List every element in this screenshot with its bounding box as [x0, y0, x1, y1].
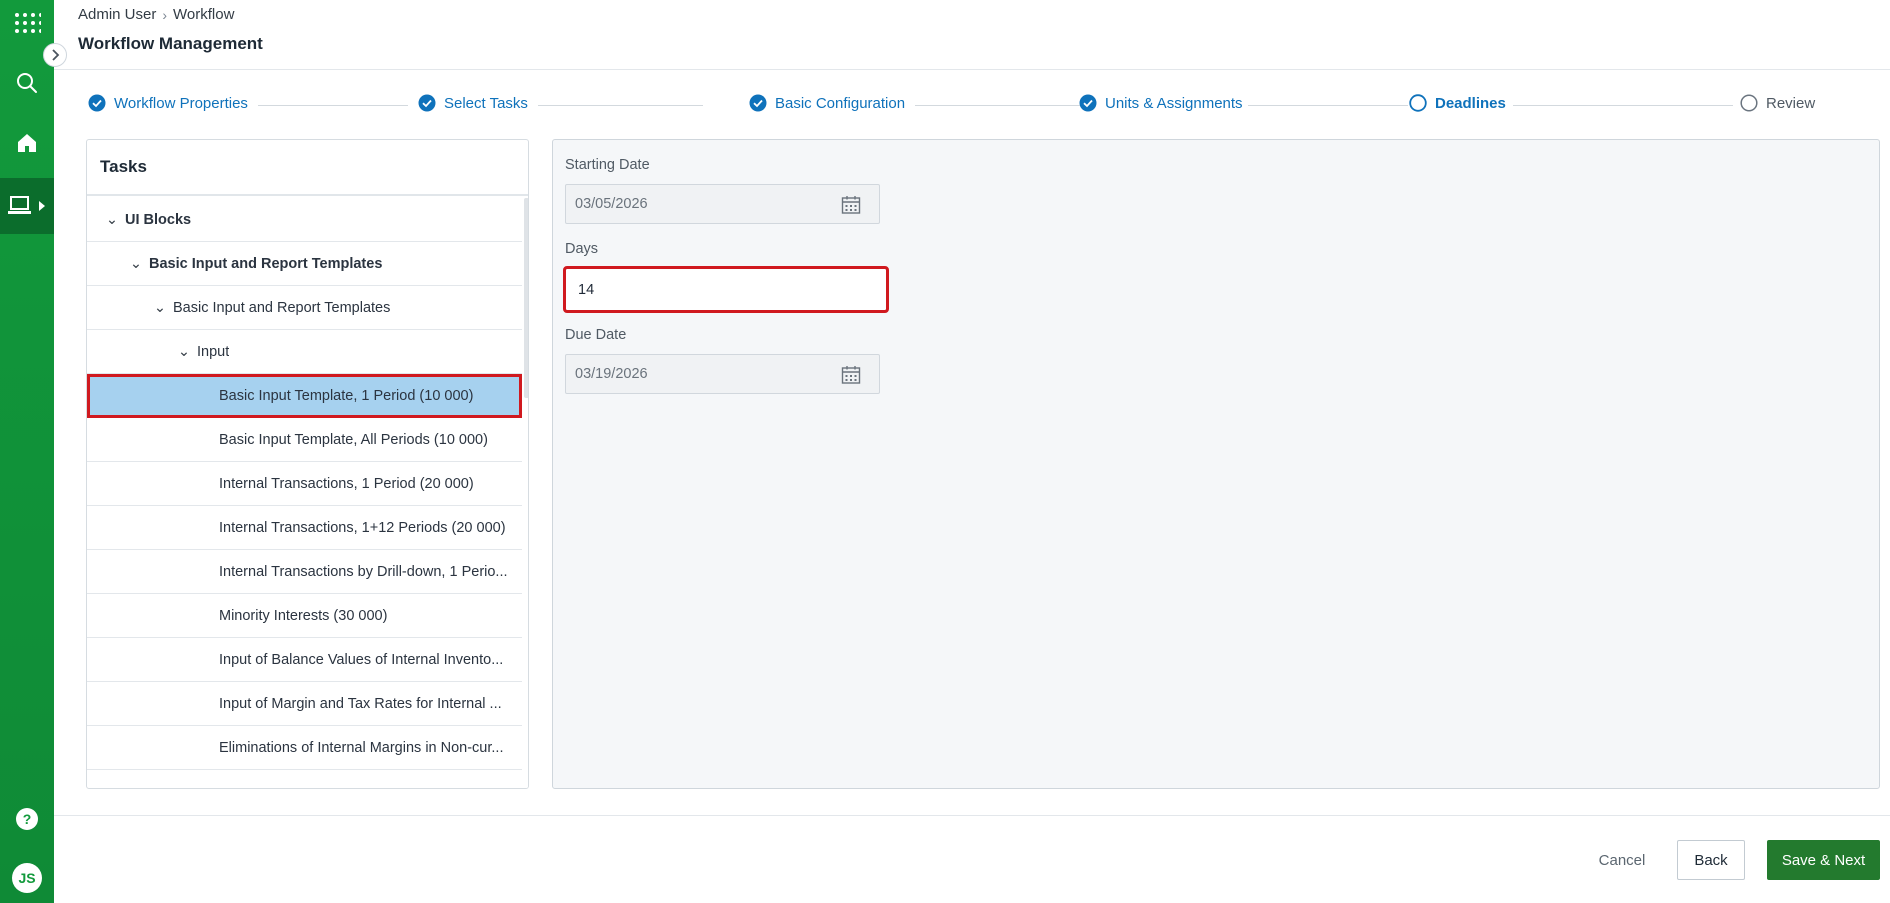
days-label: Days	[565, 241, 599, 257]
step-label: Workflow Properties	[114, 94, 248, 112]
task-item-label: Basic Input Template, 1 Period (10 000)	[219, 387, 474, 404]
task-item-label: Minority Interests (30 000)	[219, 607, 388, 624]
tasks-panel: Tasks ⌄ UI Blocks ⌄ Basic Input and Repo…	[86, 139, 529, 789]
save-next-button[interactable]: Save & Next	[1767, 840, 1880, 880]
tree-node-label: Input	[197, 343, 230, 360]
rail-expand-toggle[interactable]	[43, 43, 67, 67]
check-circle-icon	[1079, 94, 1097, 112]
task-item[interactable]: Minority Interests (30 000)	[87, 594, 522, 638]
help-button[interactable]: ?	[0, 808, 54, 830]
cancel-button[interactable]: Cancel	[1588, 840, 1656, 880]
calendar-icon[interactable]	[841, 365, 861, 385]
step-label: Basic Configuration	[775, 94, 906, 112]
app-launcher-button[interactable]	[0, 0, 54, 50]
footer-divider	[54, 815, 1890, 816]
left-nav-rail: ? JS	[0, 0, 54, 903]
task-item[interactable]: Internal Transactions by Drill-down, 1 P…	[87, 550, 522, 594]
step-connector	[915, 105, 1080, 106]
page-header: Admin User › Workflow Workflow Managemen…	[54, 0, 1890, 70]
chevron-down-icon[interactable]: ⌄	[151, 300, 169, 316]
step-label: Review	[1766, 94, 1816, 112]
tasks-scrollbar-thumb[interactable]	[524, 198, 528, 398]
check-circle-icon	[88, 94, 106, 112]
tree-node-label: UI Blocks	[125, 211, 192, 228]
step-label: Select Tasks	[444, 94, 528, 112]
avatar: JS	[12, 863, 42, 893]
days-input-value: 14	[578, 281, 595, 298]
task-item-selected[interactable]: Basic Input Template, 1 Period (10 000)	[87, 374, 522, 418]
tree-node-label: Basic Input and Report Templates	[173, 299, 391, 316]
task-item[interactable]: Eliminations of Internal Margins in Non-…	[87, 726, 522, 770]
tree-node-input[interactable]: ⌄ Input	[87, 330, 522, 374]
back-button[interactable]: Back	[1677, 840, 1745, 880]
task-item[interactable]: Basic Input Template, All Periods (10 00…	[87, 418, 522, 462]
tree-node-ui-blocks[interactable]: ⌄ UI Blocks	[87, 198, 522, 242]
step-select-tasks[interactable]: Select Tasks	[418, 94, 528, 112]
due-date-label: Due Date	[565, 327, 627, 343]
wizard-stepper: Workflow Properties Select Tasks Basic C…	[88, 94, 1883, 118]
step-review[interactable]: Review	[1740, 94, 1815, 112]
task-item[interactable]: Internal Transactions, 1+12 Periods (20 …	[87, 506, 522, 550]
task-item-label: Eliminations of Internal Margins in Non-…	[219, 739, 504, 756]
search-icon	[17, 73, 37, 93]
chevron-right-icon	[52, 49, 60, 61]
tasks-panel-title: Tasks	[87, 140, 528, 196]
help-icon: ?	[16, 808, 38, 830]
chevron-down-icon[interactable]: ⌄	[175, 344, 193, 360]
home-icon	[18, 134, 36, 152]
step-connector	[1248, 105, 1408, 106]
breadcrumb-root[interactable]: Admin User	[78, 6, 156, 23]
check-circle-icon	[749, 94, 767, 112]
task-item-label: Internal Transactions by Drill-down, 1 P…	[219, 563, 508, 580]
tree-node-label: Basic Input and Report Templates	[149, 255, 383, 272]
circle-outline-icon	[1740, 94, 1758, 112]
task-item-label: Input of Margin and Tax Rates for Intern…	[219, 695, 502, 712]
chevron-down-icon[interactable]: ⌄	[127, 256, 145, 272]
circle-outline-icon	[1409, 94, 1427, 112]
task-tree: ⌄ UI Blocks ⌄ Basic Input and Report Tem…	[87, 198, 522, 770]
search-nav-button[interactable]	[0, 58, 54, 108]
deadlines-form: Starting Date 03/05/2026 Days 14 Due Dat…	[552, 139, 1880, 789]
due-date-value: 03/19/2026	[575, 366, 648, 382]
step-basic-configuration[interactable]: Basic Configuration	[749, 94, 905, 112]
step-deadlines[interactable]: Deadlines	[1409, 94, 1506, 112]
due-date-field[interactable]: 03/19/2026	[565, 354, 880, 394]
task-item[interactable]: Input of Balance Values of Internal Inve…	[87, 638, 522, 682]
task-item[interactable]: Input of Margin and Tax Rates for Intern…	[87, 682, 522, 726]
tasks-scrollbar[interactable]	[522, 198, 528, 788]
chevron-down-icon[interactable]: ⌄	[103, 212, 121, 228]
step-connector	[538, 105, 703, 106]
breadcrumb-current: Workflow	[173, 6, 235, 23]
workflow-nav-button[interactable]	[0, 178, 54, 234]
home-nav-button[interactable]	[0, 118, 54, 168]
calendar-icon[interactable]	[841, 195, 861, 215]
task-item-label: Input of Balance Values of Internal Inve…	[219, 651, 504, 668]
starting-date-label: Starting Date	[565, 157, 650, 173]
breadcrumb-separator-icon: ›	[162, 6, 168, 23]
step-units-assignments[interactable]: Units & Assignments	[1079, 94, 1243, 112]
step-workflow-properties[interactable]: Workflow Properties	[88, 94, 248, 112]
laptop-icon	[8, 196, 31, 214]
starting-date-field[interactable]: 03/05/2026	[565, 184, 880, 224]
user-avatar-button[interactable]: JS	[0, 863, 54, 893]
step-connector	[258, 105, 408, 106]
starting-date-value: 03/05/2026	[575, 196, 648, 212]
task-item-label: Basic Input Template, All Periods (10 00…	[219, 431, 488, 448]
task-item-label: Internal Transactions, 1+12 Periods (20 …	[219, 519, 506, 536]
step-label: Deadlines	[1435, 94, 1506, 112]
caret-right-icon	[39, 201, 45, 211]
check-circle-icon	[418, 94, 436, 112]
step-label: Units & Assignments	[1105, 94, 1243, 112]
task-item-label: Internal Transactions, 1 Period (20 000)	[219, 475, 474, 492]
breadcrumb: Admin User › Workflow	[78, 6, 234, 23]
task-item[interactable]: Internal Transactions, 1 Period (20 000)	[87, 462, 522, 506]
page-title: Workflow Management	[78, 34, 263, 53]
tree-node-basic-input-report-templates[interactable]: ⌄ Basic Input and Report Templates	[87, 242, 522, 286]
grid-icon	[15, 13, 41, 33]
step-connector	[1513, 105, 1733, 106]
tree-node-basic-input-report-templates-sub[interactable]: ⌄ Basic Input and Report Templates	[87, 286, 522, 330]
days-input[interactable]: 14	[563, 266, 889, 313]
